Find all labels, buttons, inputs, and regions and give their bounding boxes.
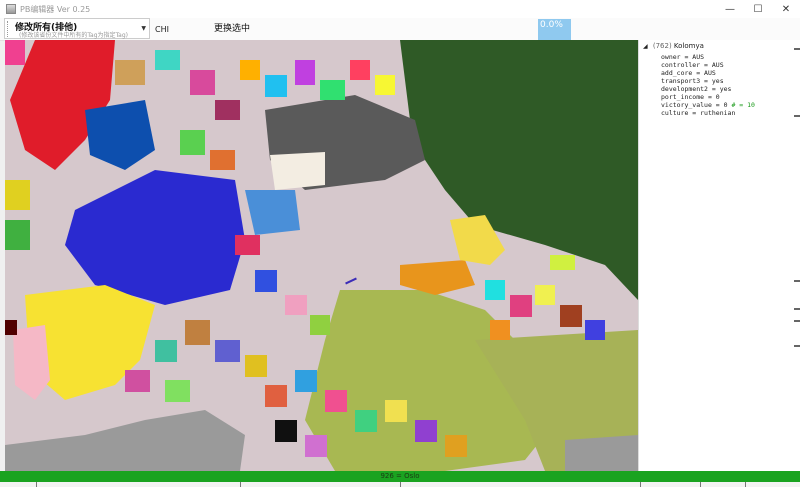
title-bar: PB编辑器 Ver 0.25 — ☐ ✕	[0, 0, 800, 18]
province-map[interactable]	[5, 40, 638, 471]
chevron-down-icon: ▼	[141, 25, 146, 32]
property-text: victory_value = 0	[661, 101, 728, 109]
replace-selected-button[interactable]: 更换选中	[214, 21, 250, 34]
property-text: development2 = yes	[661, 85, 732, 93]
status-bar: 926 = Oslo	[0, 471, 800, 482]
property-line[interactable]: port_income = 0	[661, 93, 720, 101]
app-icon	[6, 4, 16, 14]
modify-mode-description: (修改该省份文件中所有的Tag为指定Tag)	[19, 32, 128, 39]
property-line[interactable]: controller = AUS	[661, 61, 724, 69]
property-text: transport3 = yes	[661, 77, 724, 85]
property-comment: # = 10	[731, 101, 755, 109]
province-name: Kolomya	[673, 42, 704, 50]
property-text: controller = AUS	[661, 61, 724, 69]
toolbar: 修改所有(排他) (修改该省份文件中所有的Tag为指定Tag) ▼ 更换选中	[0, 18, 800, 41]
dropdown-grip	[7, 21, 10, 37]
property-line[interactable]: culture = ruthenian	[661, 109, 735, 117]
property-line[interactable]: add_core = AUS	[661, 69, 716, 77]
property-text: owner = AUS	[661, 53, 705, 61]
window-title: PB编辑器 Ver 0.25	[20, 4, 91, 14]
property-line[interactable]: owner = AUS	[661, 53, 704, 61]
property-text: port_income = 0	[661, 93, 720, 101]
property-text: culture = ruthenian	[661, 109, 736, 117]
property-text: add_core = AUS	[661, 69, 716, 77]
property-line[interactable]: development2 = yes	[661, 85, 731, 93]
modify-mode-dropdown[interactable]: 修改所有(排他) (修改该省份文件中所有的Tag为指定Tag) ▼	[4, 18, 150, 39]
progress-text: 0.0%	[540, 20, 563, 30]
bottom-strip	[0, 482, 800, 487]
close-button[interactable]: ✕	[772, 0, 800, 18]
province-tree-node[interactable]: ◢ (762) Kolomya	[643, 42, 704, 50]
property-line[interactable]: victory_value = 0 # = 10	[661, 101, 755, 109]
minimize-button[interactable]: —	[716, 0, 744, 18]
map-canvas[interactable]	[5, 40, 638, 471]
tag-input[interactable]	[155, 22, 210, 36]
maximize-button[interactable]: ☐	[744, 0, 772, 18]
property-line[interactable]: transport3 = yes	[661, 77, 724, 85]
province-info-panel: ◢ (762) Kolomya owner = AUS controller =…	[638, 40, 800, 471]
progress-bar: 0.0%	[538, 19, 571, 40]
right-edge-markers	[794, 40, 800, 471]
collapse-caret-icon[interactable]: ◢	[643, 43, 648, 50]
status-text: 926 = Oslo	[380, 472, 420, 480]
province-id: (762)	[652, 42, 672, 50]
